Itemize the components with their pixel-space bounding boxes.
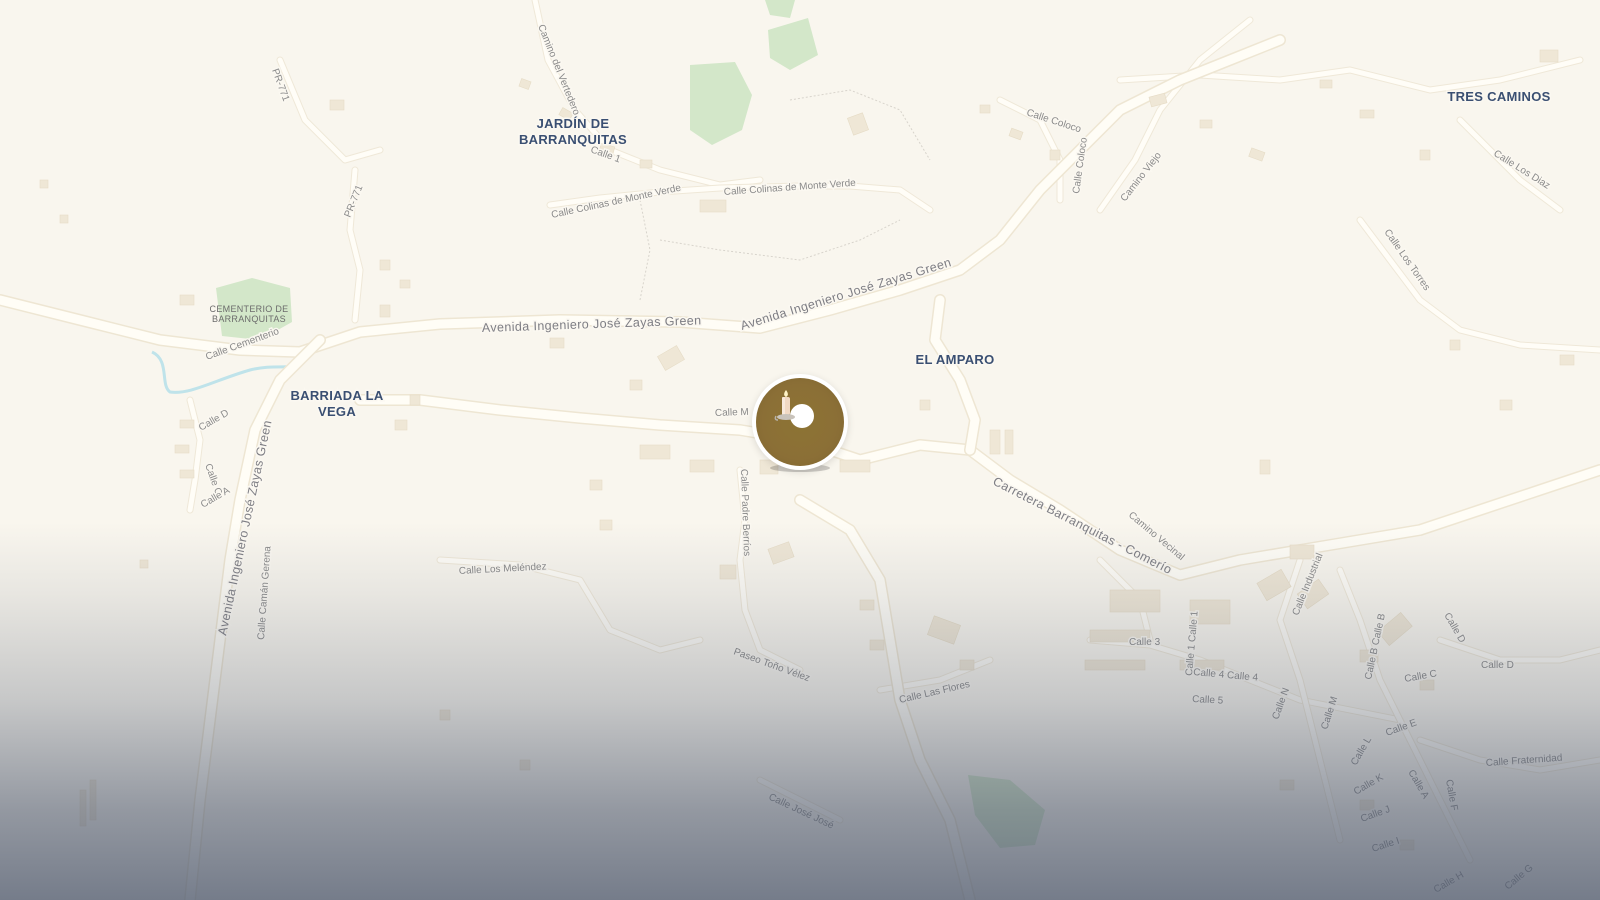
- park-area: [768, 18, 818, 70]
- street-label: Calle I: [1371, 836, 1401, 855]
- street-label: Calle 4 Calle 4: [1193, 667, 1259, 684]
- place-label: VEGA: [318, 404, 356, 419]
- trail: [639, 199, 651, 301]
- street-label: Calle Coloco: [1025, 107, 1083, 135]
- street-label: Calle K: [1352, 772, 1386, 798]
- street-label: Calle 3: [1129, 637, 1161, 648]
- street-label: Calle 5: [1192, 694, 1224, 707]
- street-label: Calle Camán Gerena: [256, 545, 274, 640]
- street-label: Calle Coloco: [1071, 136, 1090, 194]
- street-label: Calle H: [1432, 870, 1466, 896]
- street-label: Calle D: [1481, 660, 1514, 671]
- street-label: Calle D: [197, 408, 231, 434]
- street-label: PR-771: [343, 183, 366, 219]
- park-area: [765, 0, 795, 18]
- location-marker[interactable]: [744, 366, 856, 478]
- place-label: BARRIADA LA: [290, 388, 383, 403]
- poi-label: BARRANQUITAS: [212, 314, 286, 324]
- trail: [659, 219, 901, 261]
- park-area: [968, 775, 1045, 848]
- place-label: EL AMPARO: [915, 352, 994, 367]
- street-label: Calle G: [1503, 862, 1536, 892]
- street-label: Calle L: [1349, 735, 1374, 768]
- street-label: Calle M: [1319, 695, 1340, 731]
- street-label: Avenida Ingeniero José Zayas Green: [739, 255, 953, 333]
- poi-label: CEMENTERIO DE: [210, 304, 289, 314]
- park-area: [690, 62, 752, 145]
- street-label: Camino del Vertedero: [535, 23, 582, 117]
- place-label: JARDÍN DE: [537, 116, 610, 131]
- place-label: BARRANQUITAS: [519, 132, 627, 147]
- candle-icon: [774, 390, 795, 421]
- place-label: TRES CAMINOS: [1447, 89, 1550, 104]
- map-canvas[interactable]: Avenida Ingeniero José Zayas Green Aveni…: [0, 0, 1600, 900]
